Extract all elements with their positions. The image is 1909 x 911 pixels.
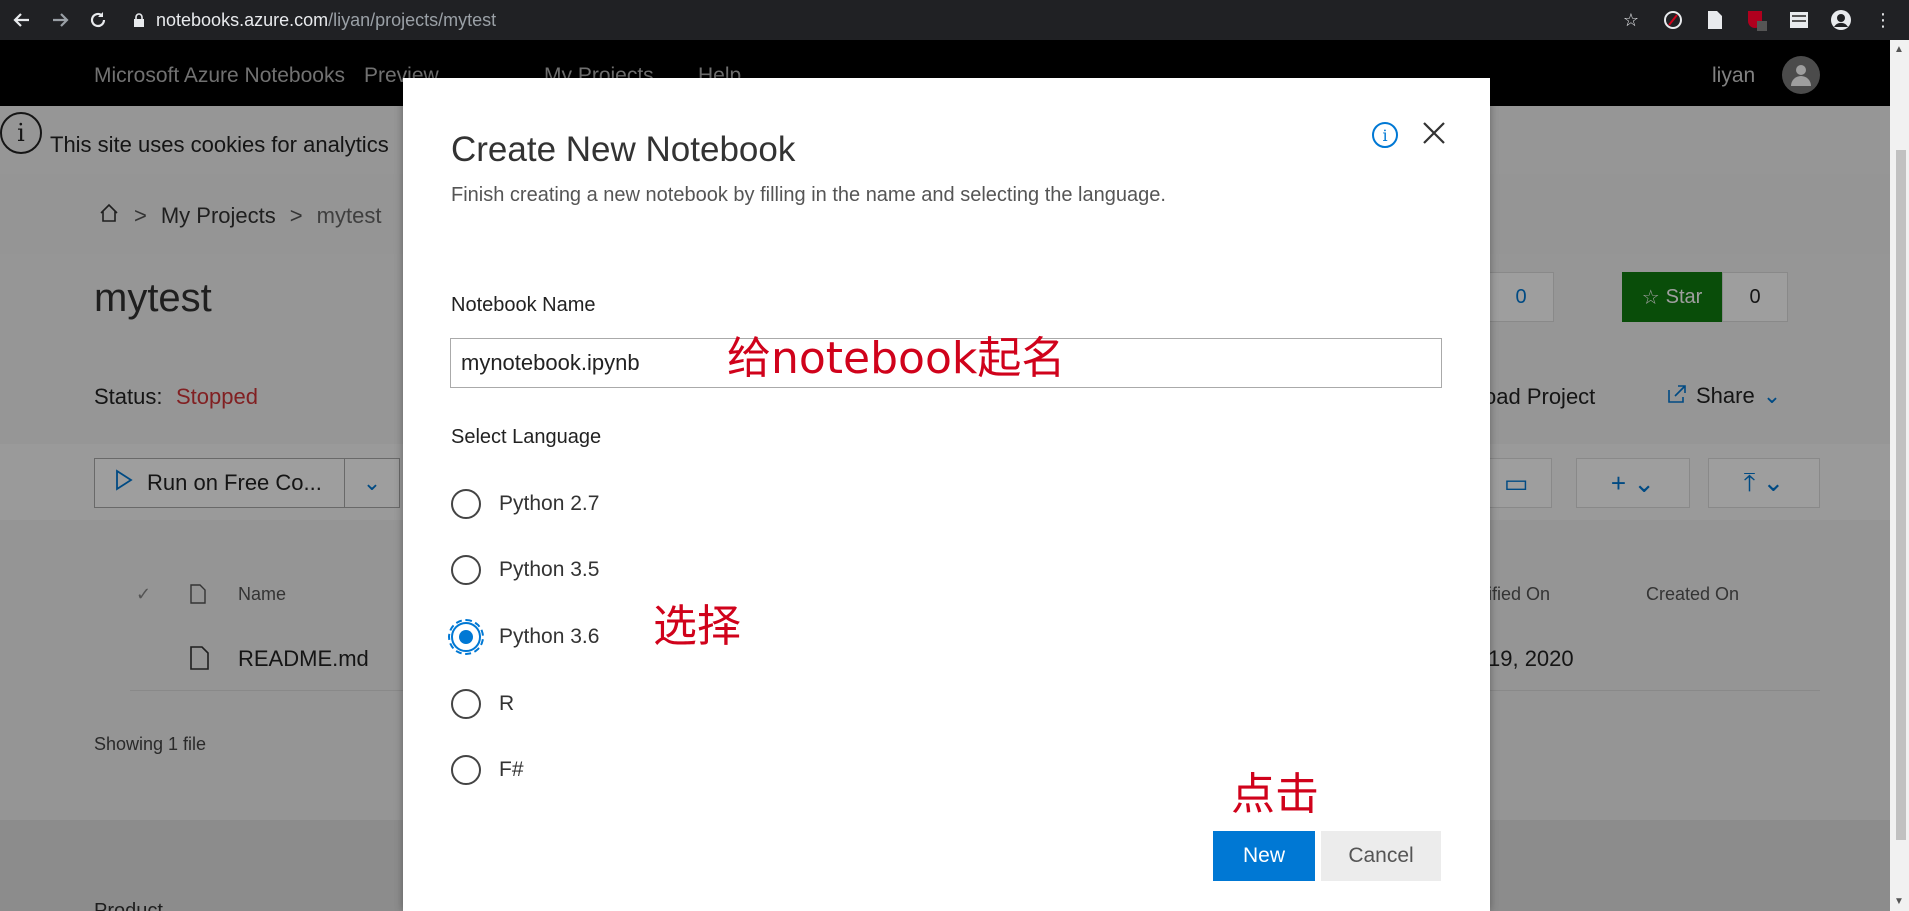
language-option-r[interactable]: R bbox=[451, 689, 514, 719]
annotation-select-hint: 选择 bbox=[653, 601, 741, 652]
address-bar[interactable]: notebooks.azure.com/liyan/projects/mytes… bbox=[124, 5, 1654, 35]
url-path: /liyan/projects/mytest bbox=[328, 9, 497, 30]
language-label: Python 3.5 bbox=[499, 558, 600, 581]
radio-button-selected[interactable] bbox=[448, 619, 484, 655]
scrollbar-thumb[interactable] bbox=[1896, 150, 1906, 840]
browser-toolbar: notebooks.azure.com/liyan/projects/mytes… bbox=[0, 0, 1909, 40]
select-language-label: Select Language bbox=[451, 426, 602, 448]
cancel-button[interactable]: Cancel bbox=[1321, 831, 1441, 881]
language-label: R bbox=[499, 692, 515, 715]
radio-button[interactable] bbox=[451, 689, 481, 719]
annotation-click-hint: 点击 bbox=[1231, 769, 1319, 820]
profile-icon[interactable] bbox=[1829, 8, 1853, 32]
scroll-down-arrow-icon[interactable]: ▼ bbox=[1894, 896, 1904, 907]
notebook-name-label: Notebook Name bbox=[451, 294, 596, 316]
language-label: F# bbox=[499, 758, 524, 781]
dialog-subtitle: Finish creating a new notebook by fillin… bbox=[451, 184, 1166, 206]
create-notebook-dialog: Create New Notebook Finish creating a ne… bbox=[403, 78, 1490, 911]
language-option-f-sharp[interactable]: F# bbox=[451, 755, 524, 785]
language-option-python-2-7[interactable]: Python 2.7 bbox=[451, 489, 599, 519]
extension-document-icon[interactable] bbox=[1703, 8, 1727, 32]
lock-icon bbox=[132, 13, 146, 27]
language-label: Python 3.6 bbox=[499, 625, 600, 648]
menu-kebab-icon[interactable]: ⋮ bbox=[1871, 8, 1895, 32]
info-icon[interactable]: i bbox=[1372, 122, 1398, 148]
language-option-python-3-5[interactable]: Python 3.5 bbox=[451, 555, 599, 585]
language-option-python-3-6[interactable]: Python 3.6 bbox=[448, 619, 600, 655]
new-button[interactable]: New bbox=[1213, 831, 1315, 881]
annotation-name-hint: 给notebook起名 bbox=[727, 333, 1066, 384]
radio-button[interactable] bbox=[451, 555, 481, 585]
extension-reader-icon[interactable] bbox=[1787, 8, 1811, 32]
forward-icon[interactable] bbox=[44, 4, 76, 36]
radio-button[interactable] bbox=[451, 755, 481, 785]
bookmark-star-icon[interactable]: ☆ bbox=[1619, 8, 1643, 32]
scroll-up-arrow-icon[interactable]: ▲ bbox=[1894, 44, 1904, 55]
dialog-title: Create New Notebook bbox=[451, 130, 796, 169]
language-label: Python 2.7 bbox=[499, 492, 600, 515]
radio-button[interactable] bbox=[451, 489, 481, 519]
back-icon[interactable] bbox=[6, 4, 38, 36]
extension-ublock-icon[interactable] bbox=[1745, 8, 1769, 32]
reload-icon[interactable] bbox=[82, 4, 114, 36]
extension-opera-icon[interactable] bbox=[1661, 8, 1685, 32]
url-host: notebooks.azure.com bbox=[156, 9, 329, 30]
close-icon[interactable] bbox=[1417, 116, 1451, 150]
